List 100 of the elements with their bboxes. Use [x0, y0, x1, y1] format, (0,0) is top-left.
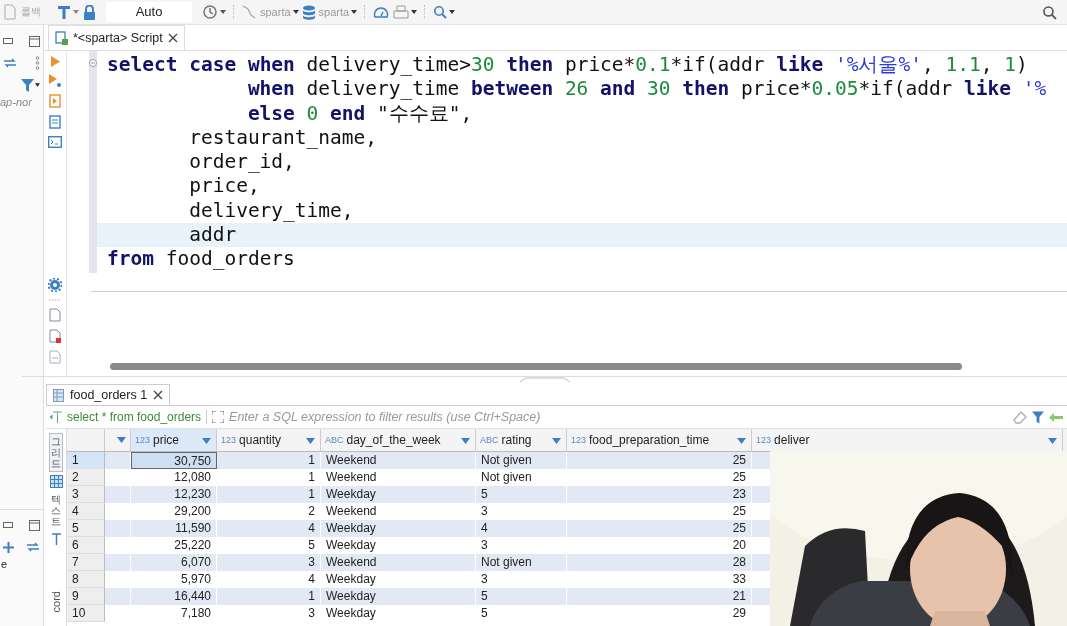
table-cell: 5 [476, 486, 567, 503]
text-icon[interactable] [50, 533, 62, 545]
column-header[interactable]: 123 quantity [217, 429, 321, 451]
filter-icon[interactable] [1032, 410, 1044, 424]
script-tab[interactable]: *<sparta> Script [48, 25, 185, 50]
table-cell: 23 [567, 486, 752, 503]
connection-icon[interactable] [242, 5, 256, 19]
table-cell: 25 [567, 520, 752, 537]
link-icon[interactable] [26, 542, 40, 552]
table-cell: 11,590 [131, 520, 217, 537]
table-cell: 5 [476, 605, 567, 622]
row-number[interactable]: 6 [67, 537, 105, 554]
eraser-icon[interactable] [1013, 410, 1027, 424]
code-line: select case when delivery_time>30 then price*0.1*if(addr like '%서울%', 1.1, 1) [106, 53, 1029, 78]
horizontal-scrollbar[interactable] [110, 363, 962, 370]
table-cell: Weekday [321, 520, 476, 537]
table-cell: Weekday [321, 605, 476, 622]
caret-icon[interactable] [449, 10, 456, 14]
expand-icon[interactable] [212, 411, 225, 423]
code-line: from food_orders [106, 247, 296, 272]
text-icon [50, 411, 62, 423]
navigator-item-text: e [0, 558, 9, 570]
table-cell: 1 [217, 452, 321, 469]
caret-icon[interactable] [411, 10, 418, 14]
search-icon[interactable] [433, 5, 448, 19]
view-tab[interactable]: 텍스트 [49, 491, 63, 530]
navigator-filter-text: ap-nor [0, 96, 33, 108]
row-number[interactable]: 3 [67, 486, 105, 503]
more-icon[interactable] [35, 56, 40, 70]
maximize-icon[interactable] [29, 519, 40, 531]
close-icon[interactable] [153, 390, 164, 400]
search-icon[interactable] [1042, 4, 1057, 20]
view-tab[interactable]: 그리드 [49, 433, 63, 472]
table-cell: 28 [567, 554, 752, 571]
row-number[interactable]: 8 [67, 571, 105, 588]
row-number[interactable]: 2 [67, 469, 105, 486]
minimize-icon[interactable] [3, 38, 13, 44]
row-number[interactable]: 5 [67, 520, 105, 537]
fold-icon[interactable] [89, 59, 97, 67]
link-icon[interactable] [3, 58, 17, 68]
query-text[interactable]: select * from food_orders [67, 410, 202, 424]
script-run-icon[interactable] [49, 94, 61, 108]
gauge-icon[interactable] [373, 5, 390, 19]
sash-handle-icon[interactable] [519, 377, 570, 383]
table-cell: 1 [217, 486, 321, 503]
dropdown-arrow-icon[interactable] [461, 438, 470, 444]
code-line: price, [188, 174, 261, 199]
database-icon[interactable] [302, 4, 315, 20]
caret-icon[interactable] [35, 83, 40, 87]
dropdown-arrow-icon[interactable] [737, 438, 746, 444]
table-cell: Weekday [321, 486, 476, 503]
table-cell: 7,180 [131, 605, 217, 622]
table-cell: 4 [217, 520, 321, 537]
column-header[interactable]: 123 price [131, 429, 217, 451]
lock-icon[interactable] [83, 4, 96, 20]
table-cell: Weekend [321, 452, 476, 469]
dropdown-arrow-icon[interactable] [117, 437, 126, 443]
view-tab[interactable]: cord [47, 588, 65, 616]
dropdown-arrow-icon[interactable] [552, 438, 561, 444]
maximize-icon[interactable] [29, 35, 40, 47]
dropdown-arrow-icon[interactable] [306, 438, 315, 444]
column-header[interactable]: ABC rating [476, 429, 567, 451]
caret-icon[interactable] [292, 10, 299, 14]
caret-icon[interactable] [351, 10, 358, 14]
settings-icon[interactable] [48, 278, 62, 292]
close-icon[interactable] [167, 33, 178, 43]
table-cell: 4 [476, 520, 567, 537]
document-icon[interactable] [49, 308, 61, 322]
row-number[interactable]: 10 [67, 605, 105, 622]
row-number[interactable]: 9 [67, 588, 105, 605]
explain-icon[interactable] [49, 115, 61, 129]
code-line: order_id, [188, 150, 296, 175]
document-error-icon[interactable] [49, 329, 61, 343]
back-arrow-icon[interactable] [1049, 412, 1063, 422]
table-cell: 5 [476, 588, 567, 605]
filter-icon[interactable] [21, 78, 34, 92]
minimize-icon[interactable] [3, 522, 13, 528]
row-number[interactable]: 1 [67, 452, 105, 469]
history-icon[interactable] [202, 4, 218, 20]
dropdown-arrow-icon[interactable] [202, 438, 211, 444]
text-format-icon[interactable] [57, 4, 71, 20]
row-number[interactable]: 4 [67, 503, 105, 520]
dropdown-arrow-icon[interactable] [1048, 438, 1057, 444]
row-number[interactable]: 7 [67, 554, 105, 571]
filter-input[interactable]: Enter a SQL expression to filter results (use Ctrl+Space) [229, 410, 1008, 424]
code-line: else 0 end "수수료", [246, 101, 474, 126]
run-icon[interactable] [50, 56, 60, 67]
column-header[interactable]: ABC day_of_the_week [321, 429, 476, 451]
results-tab[interactable]: food_orders 1 [46, 384, 171, 405]
transaction-mode-dropdown[interactable]: Auto [106, 2, 192, 22]
terminal-icon[interactable] [48, 136, 62, 148]
table-cell: 21 [567, 588, 752, 605]
column-header[interactable]: 123 food_preparation_time [567, 429, 752, 451]
caret-icon[interactable] [220, 10, 226, 14]
run-script-icon[interactable] [49, 74, 61, 87]
plus-icon[interactable] [3, 541, 14, 553]
code-line: when delivery_time between 26 and 30 then price*0.05*if(addr like '% [246, 77, 1048, 102]
script-icon [55, 31, 68, 45]
grid-icon[interactable] [49, 475, 63, 488]
table-cell: 12,230 [131, 486, 217, 503]
